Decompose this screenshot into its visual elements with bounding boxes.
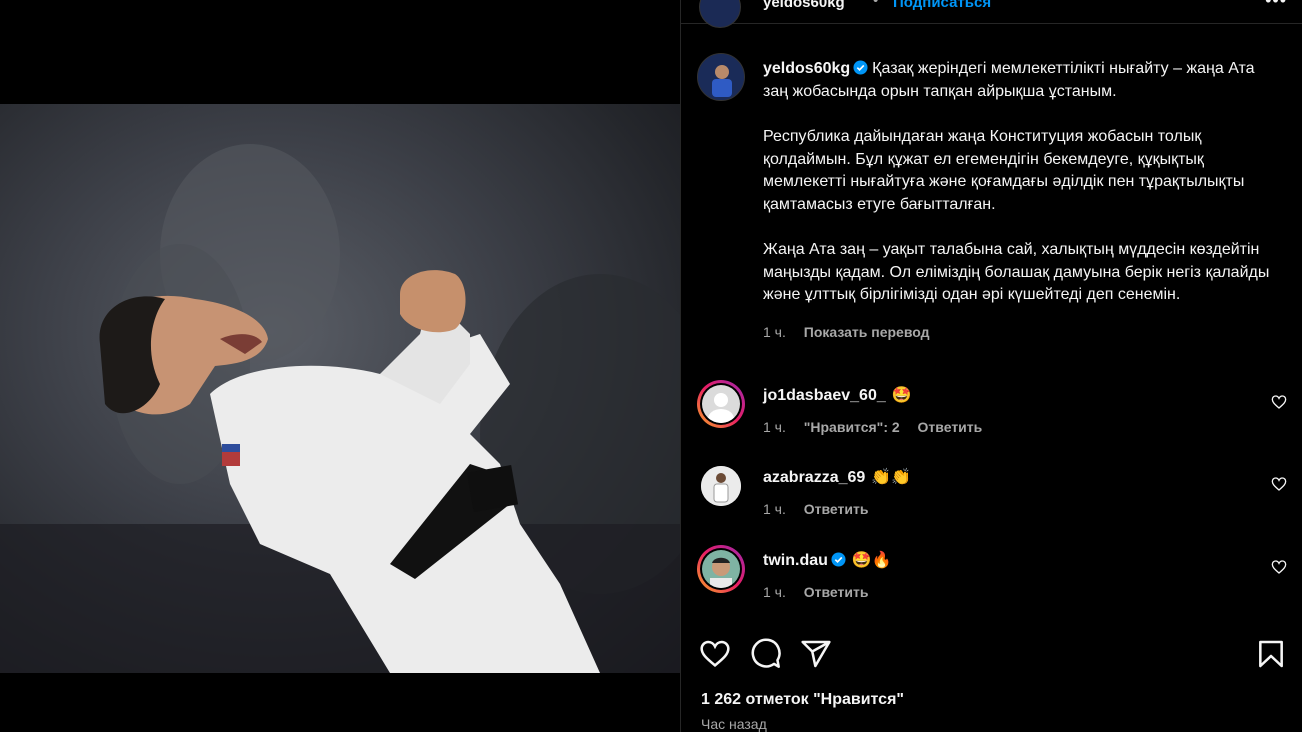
post-header: yeldos60kg • Подписаться ••• (681, 0, 1302, 28)
likes-count[interactable]: 1 262 отметок "Нравится" (701, 691, 904, 709)
follow-button[interactable]: Подписаться (893, 0, 991, 11)
comment-item: azabrazza_69 👏👏 1 ч. Ответить (697, 462, 1287, 522)
comment-likes[interactable]: "Нравится": 2 (804, 419, 900, 435)
comment-item: twin.dau 🤩🔥 1 ч. Ответить (697, 545, 1287, 605)
comment-avatar[interactable] (697, 380, 745, 428)
caption-paragraph-3: Жаңа Ата заң – уақыт талабына сай, халық… (763, 241, 1270, 303)
avatar-photo (698, 54, 744, 100)
post-time[interactable]: Час назад (701, 716, 767, 732)
post-side-panel: yeldos60kg • Подписаться ••• yeldos60kg Қ… (680, 0, 1302, 732)
heart-icon[interactable] (1271, 394, 1287, 410)
comment-avatar[interactable] (697, 545, 745, 593)
verified-icon (853, 60, 868, 75)
action-bar (697, 638, 1287, 670)
media-pane (0, 0, 680, 732)
comment-username[interactable]: azabrazza_69 (763, 469, 865, 486)
comment-text: 🤩 (891, 387, 912, 404)
comment-username[interactable]: twin.dau (763, 552, 828, 569)
header-separator: • (873, 0, 879, 9)
caption-avatar[interactable] (697, 53, 745, 101)
heart-icon[interactable] (1271, 559, 1287, 575)
reply-button[interactable]: Ответить (804, 501, 869, 517)
comment-time[interactable]: 1 ч. (763, 419, 786, 435)
comment-time[interactable]: 1 ч. (763, 584, 786, 600)
reply-button[interactable]: Ответить (804, 584, 869, 600)
author-username[interactable]: yeldos60kg (763, 0, 845, 11)
reply-button[interactable]: Ответить (918, 419, 983, 435)
caption-time[interactable]: 1 ч. (763, 324, 786, 340)
verified-icon (831, 552, 846, 567)
like-heart-icon[interactable] (699, 638, 731, 670)
comment-username[interactable]: jo1dasbaev_60_ (763, 387, 886, 404)
heart-icon[interactable] (1271, 476, 1287, 492)
more-icon[interactable]: ••• (1265, 0, 1287, 11)
avatar-photo (701, 466, 741, 506)
comment-text: 🤩🔥 (851, 552, 892, 569)
caption-username[interactable]: yeldos60kg (763, 60, 850, 77)
bookmark-icon[interactable] (1255, 638, 1287, 670)
comment-avatar[interactable] (701, 466, 741, 506)
comment-item: jo1dasbaev_60_ 🤩 1 ч. "Нравится": 2 Ответ… (697, 380, 1287, 440)
author-avatar[interactable] (699, 0, 741, 28)
avatar-photo (702, 550, 740, 588)
share-icon[interactable] (800, 638, 832, 670)
caption-text: yeldos60kg Қазақ жеріндегі мемлекеттілікт… (763, 58, 1283, 343)
caption-meta: 1 ч. Показать перевод (763, 321, 1283, 344)
post-photo[interactable] (0, 104, 680, 673)
comment-text: 👏👏 (871, 469, 912, 486)
judoka-photo-illustration (0, 144, 680, 673)
comment-icon[interactable] (750, 638, 782, 670)
caption-paragraph-2: Республика дайындаған жаңа Конституция ж… (763, 128, 1245, 213)
comment-time[interactable]: 1 ч. (763, 501, 786, 517)
translate-button[interactable]: Показать перевод (804, 324, 930, 340)
